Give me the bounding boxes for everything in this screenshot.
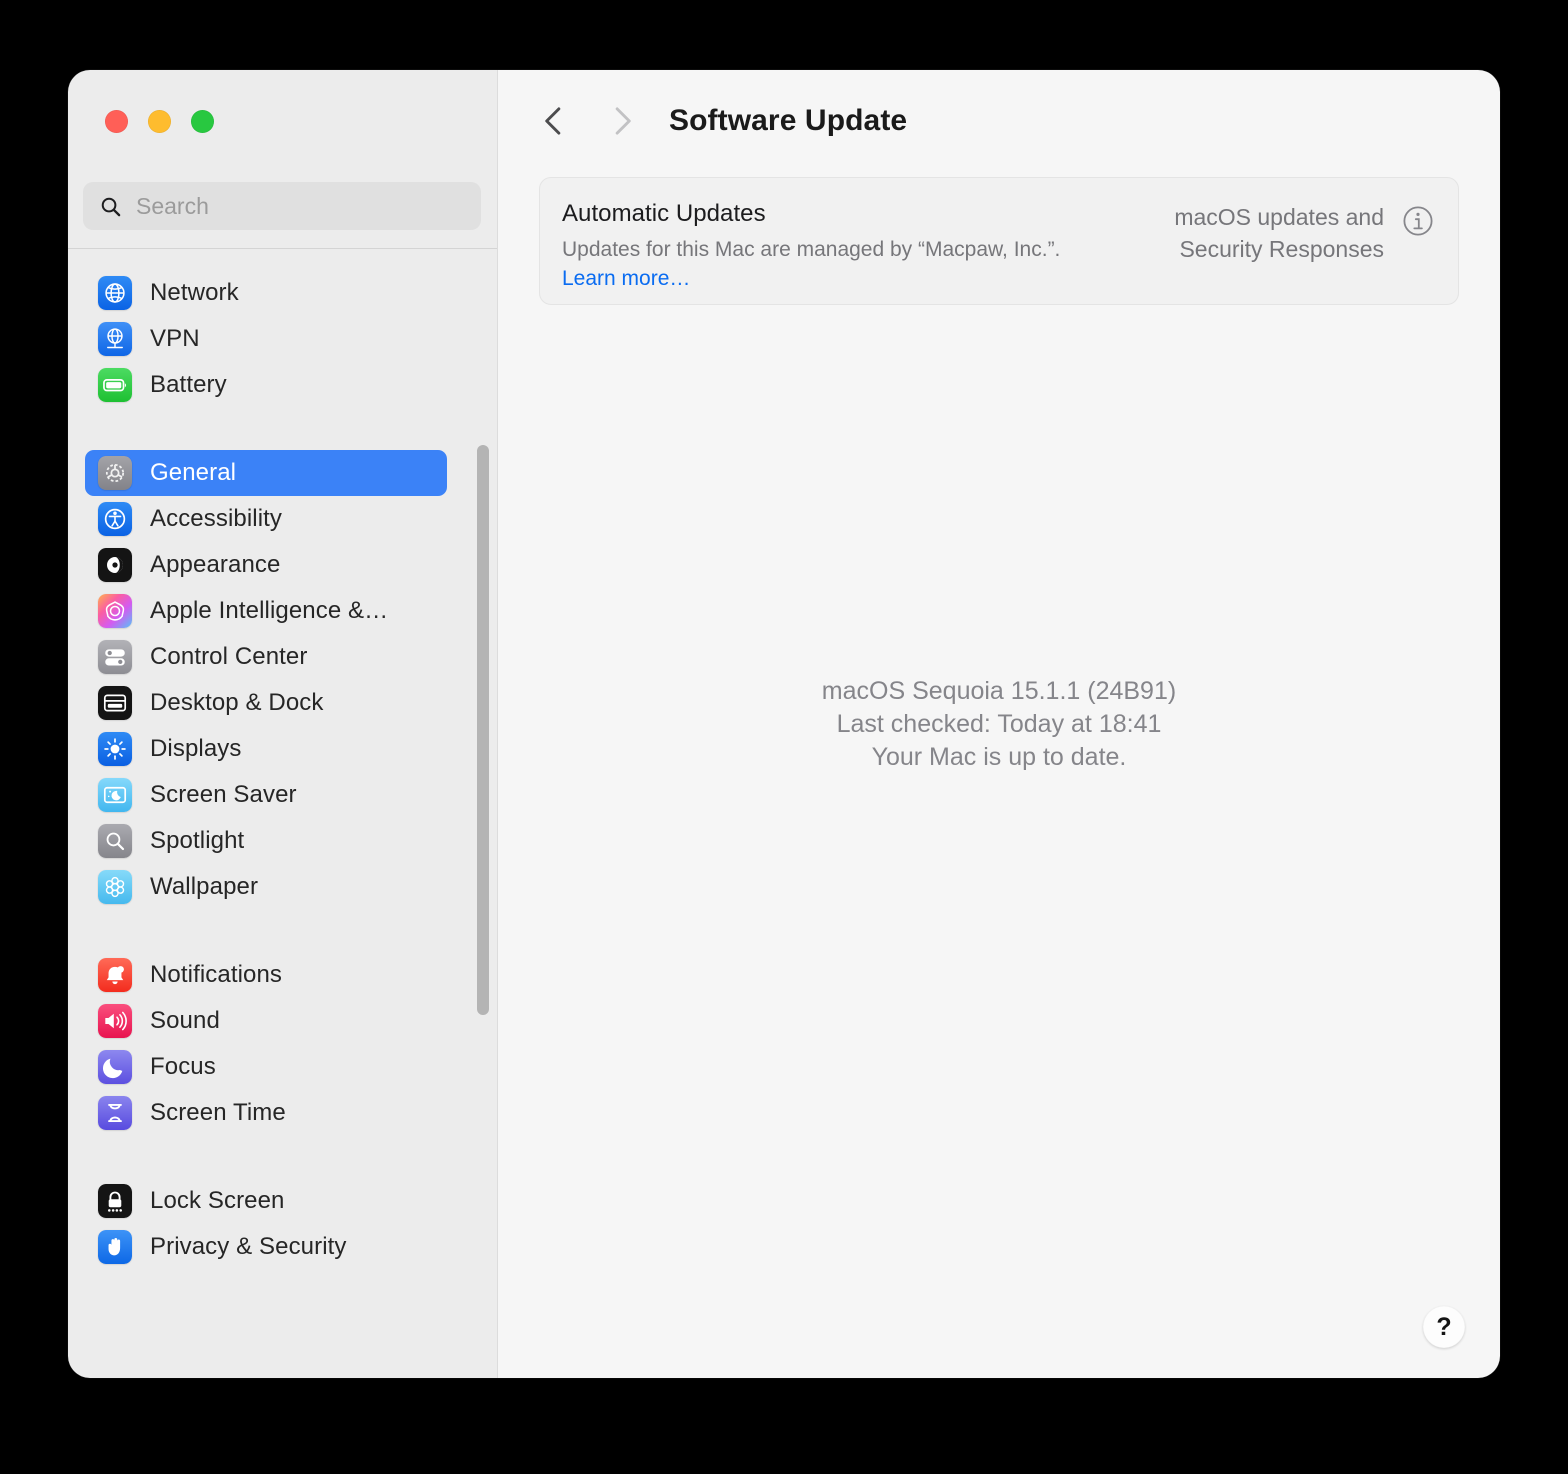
last-checked: Last checked: Today at 18:41	[836, 709, 1162, 738]
sidebar-item-label: Privacy & Security	[150, 1233, 347, 1260]
accessibility-icon	[98, 502, 132, 536]
sidebar-item-label: Focus	[150, 1053, 216, 1080]
wallpaper-icon	[98, 870, 132, 904]
sidebar-item-sound[interactable]: Sound	[85, 998, 447, 1044]
sidebar-group-security: Lock Screen Privacy & Security	[68, 1178, 497, 1270]
sidebar-group-spacer	[68, 1136, 497, 1178]
sidebar-item-notifications[interactable]: Notifications	[85, 952, 447, 998]
sidebar-item-network[interactable]: Network	[85, 270, 447, 316]
sidebar-item-control-center[interactable]: Control Center	[85, 634, 447, 680]
sidebar-scroll-area[interactable]: Network VPN Battery General Accessibilit…	[68, 249, 497, 1378]
sidebar-group-spacer	[68, 910, 497, 952]
sidebar-item-wallpaper[interactable]: Wallpaper	[85, 864, 447, 910]
sidebar-item-accessibility[interactable]: Accessibility	[85, 496, 447, 542]
sidebar-item-appearance[interactable]: Appearance	[85, 542, 447, 588]
sidebar-item-label: Screen Saver	[150, 781, 297, 808]
sidebar-item-label: Screen Time	[150, 1099, 286, 1126]
apple-intelligence-icon	[98, 594, 132, 628]
page-title: Software Update	[669, 104, 908, 137]
lock-screen-icon	[98, 1184, 132, 1218]
sidebar-item-lock-screen[interactable]: Lock Screen	[85, 1178, 447, 1224]
sidebar-item-apple-intelligence[interactable]: Apple Intelligence &…	[85, 588, 447, 634]
sidebar-group-notifications: Notifications Sound Focus Screen Time	[68, 952, 497, 1136]
sidebar-item-label: Displays	[150, 735, 242, 762]
vpn-globe-icon	[98, 322, 132, 356]
sidebar-item-label: Desktop & Dock	[150, 689, 324, 716]
content-pane: Software Update Automatic Updates Update…	[497, 70, 1500, 1378]
gear-icon	[98, 456, 132, 490]
sidebar-item-label: Battery	[150, 371, 227, 398]
automatic-updates-description-text: Updates for this Mac are managed by “Mac…	[562, 237, 1061, 261]
os-version: macOS Sequoia 15.1.1 (24B91)	[821, 676, 1177, 705]
close-window-button[interactable]	[105, 110, 128, 133]
sidebar-item-label: Appearance	[150, 551, 281, 578]
appearance-icon	[98, 548, 132, 582]
sidebar-item-label: Accessibility	[150, 505, 282, 532]
sidebar-group-appearance: General Accessibility Appearance Apple I…	[68, 450, 497, 910]
sidebar-item-privacy-security[interactable]: Privacy & Security	[85, 1224, 447, 1270]
automatic-updates-description: Updates for this Mac are managed by “Mac…	[562, 236, 1092, 294]
notifications-icon	[98, 958, 132, 992]
automatic-updates-title: Automatic Updates	[562, 200, 766, 227]
search-field[interactable]	[83, 182, 481, 230]
sidebar-item-spotlight[interactable]: Spotlight	[85, 818, 447, 864]
sidebar-item-label: Control Center	[150, 643, 308, 670]
search-input[interactable]	[136, 192, 456, 220]
toolbar: Software Update	[498, 70, 1500, 172]
sidebar-group-network: Network VPN Battery	[68, 270, 497, 408]
desktop-dock-icon	[98, 686, 132, 720]
screen: Network	[0, 0, 1568, 1474]
automatic-updates-info: Automatic Updates Updates for this Mac a…	[562, 200, 1092, 304]
battery-icon	[98, 368, 132, 402]
sidebar-item-general[interactable]: General	[85, 450, 447, 496]
sound-icon	[98, 1004, 132, 1038]
screen-saver-icon	[98, 778, 132, 812]
help-button[interactable]: ?	[1423, 1306, 1465, 1348]
traffic-lights	[105, 110, 214, 133]
sidebar-item-label: Sound	[150, 1007, 220, 1034]
sidebar-group-spacer	[68, 408, 497, 450]
sidebar-item-label: Lock Screen	[150, 1187, 285, 1214]
sidebar-item-label: Apple Intelligence &…	[150, 597, 389, 624]
spotlight-icon	[98, 824, 132, 858]
sidebar-item-label: VPN	[150, 325, 200, 352]
sidebar-nav: Network VPN Battery General Accessibilit…	[68, 249, 497, 1270]
chevron-right-icon[interactable]	[607, 104, 637, 138]
learn-more-link[interactable]: Learn more…	[562, 267, 690, 290]
sidebar-item-label: Network	[150, 279, 239, 306]
info-circle-icon[interactable]	[1402, 205, 1434, 237]
sidebar-item-desktop-dock[interactable]: Desktop & Dock	[85, 680, 447, 726]
sidebar-item-focus[interactable]: Focus	[85, 1044, 447, 1090]
sidebar-item-screen-saver[interactable]: Screen Saver	[85, 772, 447, 818]
screen-time-icon	[98, 1096, 132, 1130]
focus-icon	[98, 1050, 132, 1084]
chevron-left-icon[interactable]	[539, 104, 569, 138]
automatic-updates-value: macOS updates and Security Responses	[1174, 204, 1384, 262]
sidebar-item-vpn[interactable]: VPN	[85, 316, 447, 362]
sidebar-item-label: General	[150, 459, 237, 486]
control-center-icon	[98, 640, 132, 674]
zoom-window-button[interactable]	[191, 110, 214, 133]
system-settings-window: Network	[68, 70, 1500, 1378]
sidebar-item-label: Notifications	[150, 961, 283, 988]
automatic-updates-value-group: macOS updates and Security Responses	[1128, 200, 1434, 304]
automatic-updates-card[interactable]: Automatic Updates Updates for this Mac a…	[539, 177, 1459, 305]
sidebar-item-screen-time[interactable]: Screen Time	[85, 1090, 447, 1136]
globe-icon	[98, 276, 132, 310]
sidebar-item-label: Spotlight	[150, 827, 245, 854]
sidebar-item-label: Wallpaper	[150, 873, 259, 900]
up-to-date-message: Your Mac is up to date.	[871, 742, 1127, 771]
sidebar: Network	[68, 70, 497, 1378]
displays-icon	[98, 732, 132, 766]
sidebar-item-battery[interactable]: Battery	[85, 362, 447, 408]
minimize-window-button[interactable]	[148, 110, 171, 133]
search-icon	[101, 197, 121, 216]
sidebar-item-displays[interactable]: Displays	[85, 726, 447, 772]
privacy-security-icon	[98, 1230, 132, 1264]
